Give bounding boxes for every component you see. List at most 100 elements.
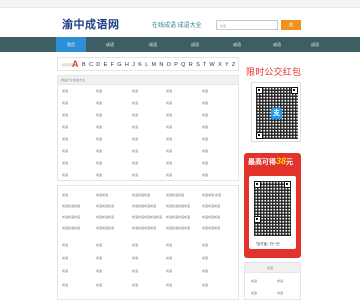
idiom-link[interactable]: 成语 <box>96 173 102 177</box>
idiom-link[interactable]: 成语 <box>166 125 172 129</box>
idiom-link[interactable]: 成语 <box>62 269 68 273</box>
idiom-link[interactable]: 成语 <box>132 161 138 165</box>
idiom-link[interactable]: 成语 <box>96 125 102 129</box>
table-cell[interactable]: 成语成语成语成语 <box>132 204 156 208</box>
nav-item-6[interactable]: 成语 <box>300 37 330 52</box>
idiom-link[interactable]: 成语 <box>96 101 102 105</box>
idiom-link[interactable]: 成语 <box>202 89 208 93</box>
table-cell[interactable]: 成语成语成语成语 <box>166 215 190 219</box>
idiom-link[interactable]: 成语 <box>62 137 68 141</box>
idiom-link[interactable]: 成语 <box>166 269 172 273</box>
idiom-link[interactable]: 成语 <box>166 256 172 260</box>
idiom-link[interactable]: 成语 <box>62 125 68 129</box>
idiom-link[interactable]: 成语 <box>166 149 172 153</box>
sidebar-list-item[interactable]: 成语 <box>277 279 283 283</box>
idiom-link[interactable]: 成语 <box>62 173 68 177</box>
site-logo[interactable]: 渝中成语网 <box>62 16 120 32</box>
site-tagline: 在线成语 成语大全 <box>152 23 202 29</box>
sidebar-list-item[interactable]: 成语 <box>251 279 257 283</box>
idiom-link[interactable]: 成语 <box>202 113 208 117</box>
nav-item-5[interactable]: 成语 <box>262 37 292 52</box>
nav-item-4[interactable]: 成语 <box>222 37 252 52</box>
nav-item-2[interactable]: 成语 <box>138 37 168 52</box>
table-header-cell: 成语 <box>62 193 69 197</box>
idiom-link[interactable]: 成语 <box>96 243 102 247</box>
table-cell[interactable]: 成语成语成语 <box>62 204 80 208</box>
idiom-link[interactable]: 成语 <box>62 256 68 260</box>
idiom-link[interactable]: 成语 <box>96 161 102 165</box>
idiom-link[interactable]: 成语 <box>62 243 68 247</box>
idiom-link[interactable]: 成语 <box>62 161 68 165</box>
idiom-link[interactable]: 成语 <box>202 149 208 153</box>
idiom-link[interactable]: 成语 <box>96 269 102 273</box>
idiom-link[interactable]: 成语 <box>62 101 68 105</box>
table-cell[interactable]: 成语成语成语 <box>62 215 80 219</box>
idiom-link[interactable]: 成语 <box>202 243 208 247</box>
idiom-link[interactable]: 成语 <box>62 113 68 117</box>
idiom-link[interactable]: 成语 <box>202 173 208 177</box>
idiom-link[interactable]: 成语 <box>62 89 68 93</box>
idiom-link[interactable]: 成语 <box>132 89 138 93</box>
idiom-link[interactable]: 成语 <box>202 101 208 105</box>
idiom-link[interactable]: 成语 <box>132 101 138 105</box>
idiom-link[interactable]: 成语 <box>166 101 172 105</box>
idiom-link[interactable]: 成语 <box>96 283 102 287</box>
idiom-link[interactable]: 成语 <box>96 256 102 260</box>
search-input[interactable]: 成语 <box>216 20 278 30</box>
table-cell[interactable]: 成语成语成语 <box>202 204 220 208</box>
idiom-link[interactable]: 成语 <box>96 113 102 117</box>
idiom-link[interactable]: 成语 <box>132 269 138 273</box>
table-cell[interactable]: 成语成语成语成语 <box>132 226 156 230</box>
idiom-link[interactable]: 成语 <box>202 125 208 129</box>
table-cell[interactable]: 成语成语成语 <box>202 215 220 219</box>
idiom-link[interactable]: 成语 <box>202 137 208 141</box>
idiom-link[interactable]: 成语 <box>62 283 68 287</box>
idiom-link[interactable]: 成语 <box>132 173 138 177</box>
idiom-link[interactable]: 成语 <box>166 89 172 93</box>
table-cell[interactable]: 成语成语成语 <box>96 226 114 230</box>
nav-item-home[interactable]: 首页 <box>56 37 86 52</box>
idiom-link[interactable]: 成语 <box>202 256 208 260</box>
sidebar-list-item[interactable]: 成语 <box>251 291 257 295</box>
alphabet-letter-a[interactable]: A <box>72 59 79 69</box>
sidebar-list-item[interactable]: 成语 <box>277 291 283 295</box>
idiom-link[interactable]: 成语 <box>166 137 172 141</box>
table-cell[interactable]: 成语成语成语 <box>202 226 220 230</box>
main-nav: 首页 成语 成语 成语 成语 成语 成语 <box>0 37 360 52</box>
promo-bus-redpacket[interactable]: 限时公交红包 支 <box>244 60 308 150</box>
table-cell[interactable]: 成语成语成语 <box>96 215 114 219</box>
sidebar-list: 成语 成语 成语 成语 成语 <box>244 262 301 300</box>
nav-item-3[interactable]: 成语 <box>180 37 210 52</box>
idiom-link[interactable]: 成语 <box>96 137 102 141</box>
table-cell[interactable]: 成语成语成语成语 <box>166 226 190 230</box>
table-cell[interactable]: 成语成语成语成语 <box>166 204 190 208</box>
search-button[interactable]: 搜 <box>281 20 301 30</box>
promo-redpacket-card[interactable]: 最高可得38元 「支付宝」扫一扫 <box>244 153 301 258</box>
idiom-link[interactable]: 成语 <box>202 269 208 273</box>
idiom-link[interactable]: 成语 <box>132 283 138 287</box>
idiom-link[interactable]: 成语 <box>166 283 172 287</box>
qr-code-2 <box>254 181 291 236</box>
idiom-link[interactable]: 成语 <box>132 113 138 117</box>
idiom-link[interactable]: 成语 <box>96 149 102 153</box>
nav-item-1[interactable]: 成语 <box>95 37 125 52</box>
idiom-link[interactable]: 成语 <box>166 113 172 117</box>
alphabet-letters[interactable]: B C D E F G H J K L M N O P Q R S T W X … <box>82 62 236 68</box>
table-cell[interactable]: 成语成语成语 <box>96 204 114 208</box>
promo2-footer: 「支付宝」扫一扫 <box>254 242 280 246</box>
idiom-link[interactable]: 成语 <box>132 256 138 260</box>
idiom-link[interactable]: 成语 <box>202 283 208 287</box>
idiom-link[interactable]: 成语 <box>132 243 138 247</box>
idiom-link[interactable]: 成语 <box>166 243 172 247</box>
idiom-link[interactable]: 成语 <box>132 137 138 141</box>
table-cell[interactable]: 成语成语成语成语成语 <box>132 215 162 219</box>
idiom-link[interactable]: 成语 <box>96 89 102 93</box>
idiom-link[interactable]: 成语 <box>166 173 172 177</box>
idiom-link[interactable]: 成语 <box>132 149 138 153</box>
idiom-link[interactable]: 成语 <box>62 149 68 153</box>
idiom-link[interactable]: 成语 <box>132 125 138 129</box>
table-cell[interactable]: 成语成语成语 <box>62 226 80 230</box>
idiom-link[interactable]: 成语 <box>166 161 172 165</box>
idiom-link[interactable]: 成语 <box>202 161 208 165</box>
idiom-table-panel: 成语 成语成语 成语成语成语 成语成语成语 成语成语 成语 成语成语成语 成语成语成语 成语成… <box>57 185 239 300</box>
